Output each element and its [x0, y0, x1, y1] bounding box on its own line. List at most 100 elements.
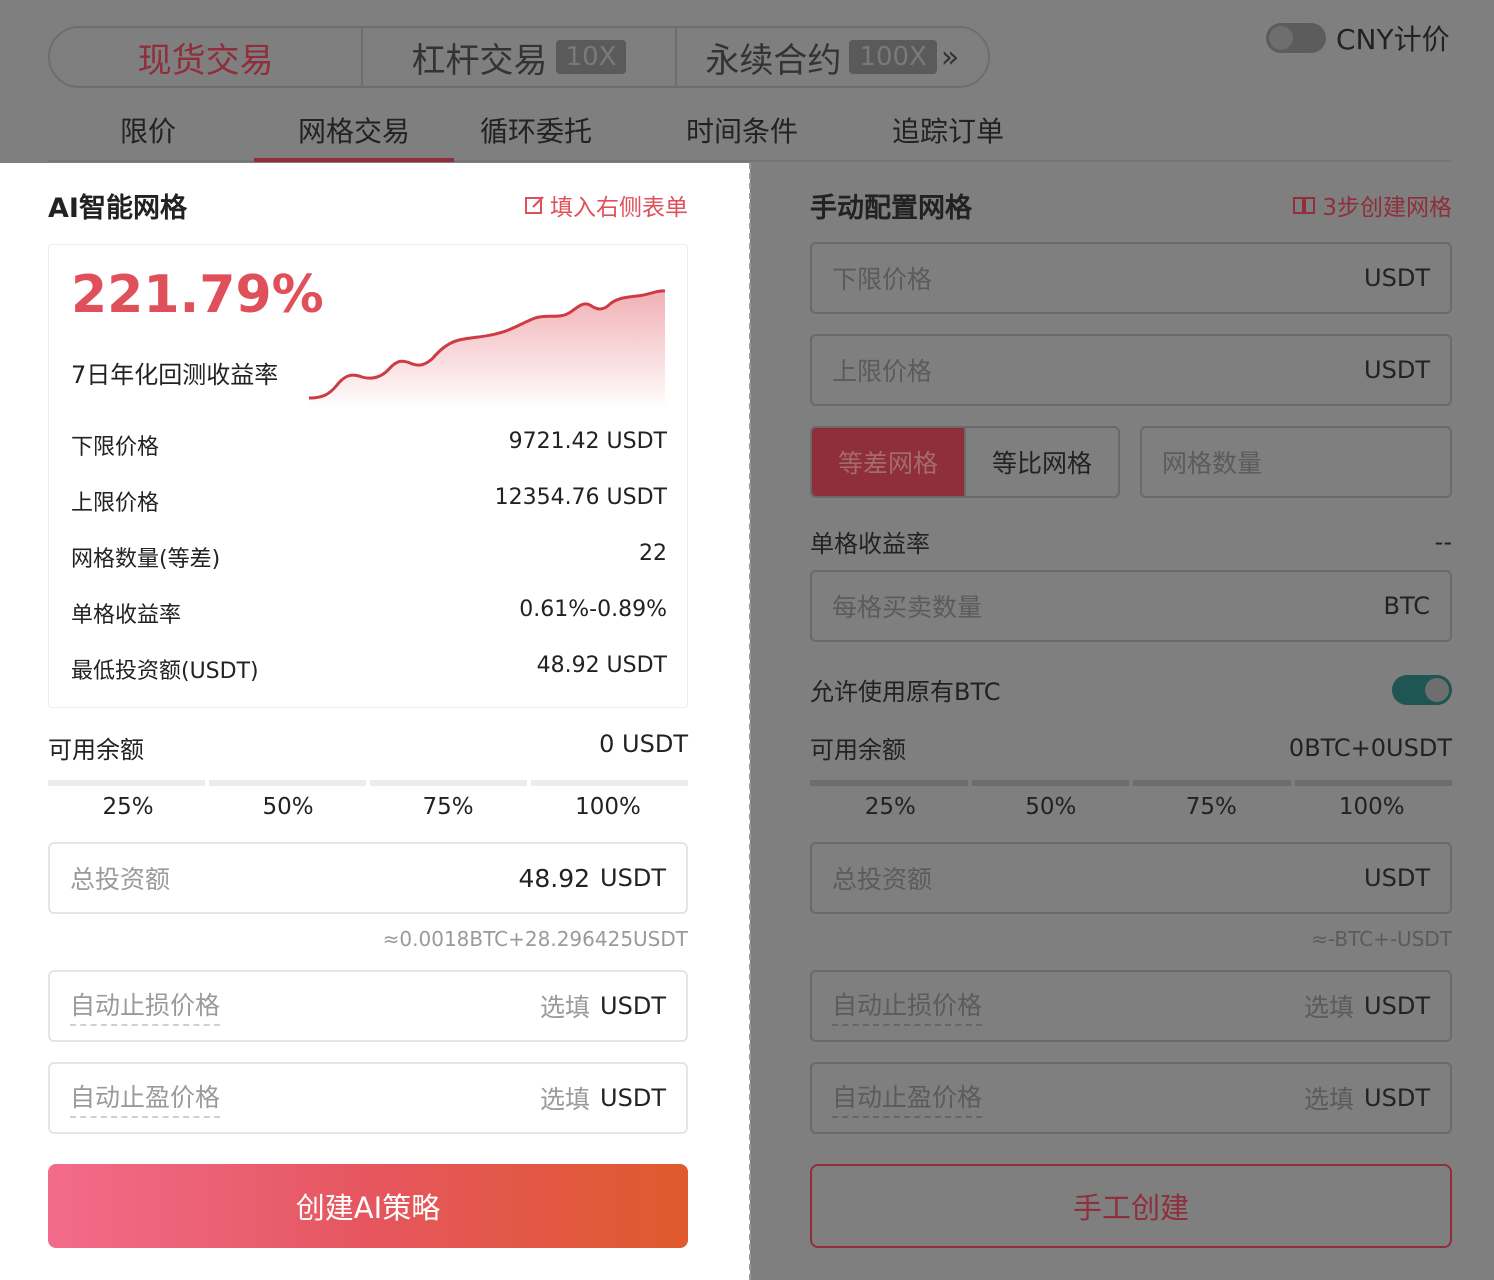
card-row-lower-price: 下限价格 9721.42 USDT	[71, 429, 667, 461]
tab-limit[interactable]: 限价	[120, 110, 176, 150]
percent-options: 25% 50% 75% 100%	[48, 794, 688, 820]
tab-spot-label: 现货交易	[137, 40, 274, 81]
yield-label: 7日年化回测收益率	[71, 361, 279, 389]
unit-label: USDT	[1364, 264, 1430, 292]
active-tab-indicator	[254, 158, 454, 162]
lower-price-input[interactable]: 下限价格 USDT	[810, 242, 1452, 314]
row-value: 0.61%-0.89%	[519, 597, 667, 622]
total-investment-input[interactable]: 总投资额 48.92 USDT	[48, 842, 688, 914]
unit-label: USDT	[600, 864, 666, 892]
available-balance-value: 0BTC+0USDT	[1288, 733, 1452, 762]
tab-grid-trading[interactable]: 网格交易	[298, 110, 410, 150]
take-profit-placeholder: 自动止盈价格	[70, 1078, 221, 1118]
edit-icon	[525, 196, 544, 214]
tab-trailing-order[interactable]: 追踪订单	[892, 110, 1004, 150]
allow-existing-btc-toggle[interactable]	[1392, 674, 1452, 705]
per-grid-yield-label: 单格收益率	[810, 530, 930, 558]
cny-pricing-label: CNY计价	[1336, 23, 1450, 56]
allow-existing-btc-row: 允许使用原有BTC	[810, 672, 1452, 707]
percent-100-button[interactable]: 100%	[1292, 794, 1453, 820]
available-balance-row: 可用余额 0 USDT	[48, 730, 688, 765]
leverage-badge: 100X	[849, 40, 937, 74]
stop-loss-input[interactable]: 自动止损价格 选填 USDT	[48, 970, 688, 1042]
arithmetic-grid-button[interactable]: 等差网格	[812, 428, 964, 496]
ai-grid-title: AI智能网格	[48, 193, 187, 224]
guide-link[interactable]: 3步创建网格	[1292, 188, 1452, 222]
manual-approx-conversion: ≈-BTC+-USDT	[1311, 927, 1452, 951]
per-grid-yield-value: --	[1434, 527, 1452, 556]
percent-25-button[interactable]: 25%	[810, 794, 971, 820]
available-balance-label: 可用余额	[810, 736, 906, 764]
optional-label: 选填	[1304, 1085, 1355, 1114]
ai-strategy-card: 221.79% 7日年化回测收益率 下限价格 9721.42 USDT 上限价格…	[48, 244, 688, 708]
tab-margin-label: 杠杆交易	[411, 40, 548, 81]
trade-mode-tabs: 现货交易 杠杆交易 10X 永续合约 100X »	[48, 26, 990, 88]
row-label: 上限价格	[71, 491, 160, 516]
percent-slider[interactable]	[48, 780, 688, 786]
approx-conversion: ≈0.0018BTC+28.296425USDT	[382, 927, 688, 951]
order-type-tabs: 限价 网格交易 循环委托 时间条件 追踪订单	[48, 100, 1452, 162]
cny-pricing-toggle-group: CNY计价	[1266, 18, 1450, 58]
optional-label: 选填	[540, 1085, 591, 1114]
total-investment-placeholder: 总投资额	[70, 865, 171, 894]
available-balance-label: 可用余额	[48, 736, 144, 764]
create-ai-strategy-button[interactable]: 创建AI策略	[48, 1164, 688, 1248]
tab-margin[interactable]: 杠杆交易 10X	[363, 28, 677, 86]
grid-count-placeholder: 网格数量	[1162, 449, 1263, 478]
fill-form-link[interactable]: 填入右侧表单	[524, 188, 688, 222]
card-row-grid-count: 网格数量(等差) 22	[71, 541, 667, 573]
double-chevron-right-icon: »	[940, 39, 960, 75]
card-row-upper-price: 上限价格 12354.76 USDT	[71, 485, 667, 517]
manual-stop-loss-input[interactable]: 自动止损价格 选填 USDT	[810, 970, 1452, 1042]
percent-75-button[interactable]: 75%	[368, 794, 528, 820]
unit-label: USDT	[600, 1084, 666, 1112]
tab-loop-order[interactable]: 循环委托	[480, 110, 592, 150]
upper-price-input[interactable]: 上限价格 USDT	[810, 334, 1452, 406]
unit-label: USDT	[1364, 1084, 1430, 1112]
row-label: 下限价格	[71, 435, 160, 460]
percent-25-button[interactable]: 25%	[48, 794, 208, 820]
take-profit-placeholder: 自动止盈价格	[832, 1078, 983, 1118]
row-label: 最低投资额(USDT)	[71, 659, 259, 684]
card-row-min-investment: 最低投资额(USDT) 48.92 USDT	[71, 653, 667, 685]
percent-50-button[interactable]: 50%	[971, 794, 1132, 820]
manual-percent-options: 25% 50% 75% 100%	[810, 794, 1452, 820]
percent-100-button[interactable]: 100%	[528, 794, 688, 820]
tab-perpetual[interactable]: 永续合约 100X »	[677, 28, 988, 86]
total-investment-placeholder: 总投资额	[832, 865, 933, 894]
backtest-sparkline	[308, 289, 666, 410]
geometric-grid-button[interactable]: 等比网格	[964, 428, 1118, 496]
optional-label: 选填	[540, 993, 591, 1022]
guide-link-label: 3步创建网格	[1322, 195, 1452, 221]
stop-loss-placeholder: 自动止损价格	[70, 986, 221, 1026]
percent-75-button[interactable]: 75%	[1131, 794, 1292, 820]
manual-take-profit-input[interactable]: 自动止盈价格 选填 USDT	[810, 1062, 1452, 1134]
tab-perpetual-label: 永续合约	[705, 40, 842, 81]
card-row-per-grid-yield: 单格收益率 0.61%-0.89%	[71, 597, 667, 629]
percent-50-button[interactable]: 50%	[208, 794, 368, 820]
unit-label: USDT	[1364, 992, 1430, 1020]
row-label: 网格数量(等差)	[71, 547, 221, 572]
cny-pricing-toggle[interactable]	[1266, 23, 1326, 53]
take-profit-input[interactable]: 自动止盈价格 选填 USDT	[48, 1062, 688, 1134]
per-grid-quantity-input[interactable]: 每格买卖数量 BTC	[810, 570, 1452, 642]
allow-existing-btc-label: 允许使用原有BTC	[810, 678, 1001, 706]
tab-spot[interactable]: 现货交易	[50, 28, 364, 86]
fill-form-label: 填入右侧表单	[550, 195, 688, 221]
grid-count-input[interactable]: 网格数量	[1140, 426, 1452, 498]
row-value: 22	[639, 541, 667, 566]
lower-price-placeholder: 下限价格	[832, 265, 933, 294]
row-value: 12354.76 USDT	[494, 485, 667, 510]
optional-label: 选填	[1304, 993, 1355, 1022]
manual-total-investment-input[interactable]: 总投资额 USDT	[810, 842, 1452, 914]
unit-label: USDT	[600, 992, 666, 1020]
tab-time-condition[interactable]: 时间条件	[686, 110, 798, 150]
per-grid-quantity-placeholder: 每格买卖数量	[832, 593, 983, 622]
row-label: 单格收益率	[71, 603, 182, 628]
unit-label: BTC	[1383, 592, 1430, 620]
available-balance-value: 0 USDT	[599, 730, 688, 758]
row-value: 48.92 USDT	[536, 653, 667, 678]
manual-percent-slider[interactable]	[810, 780, 1452, 786]
manual-create-button[interactable]: 手工创建	[810, 1164, 1452, 1248]
per-grid-yield-row: 单格收益率 --	[810, 524, 1452, 559]
